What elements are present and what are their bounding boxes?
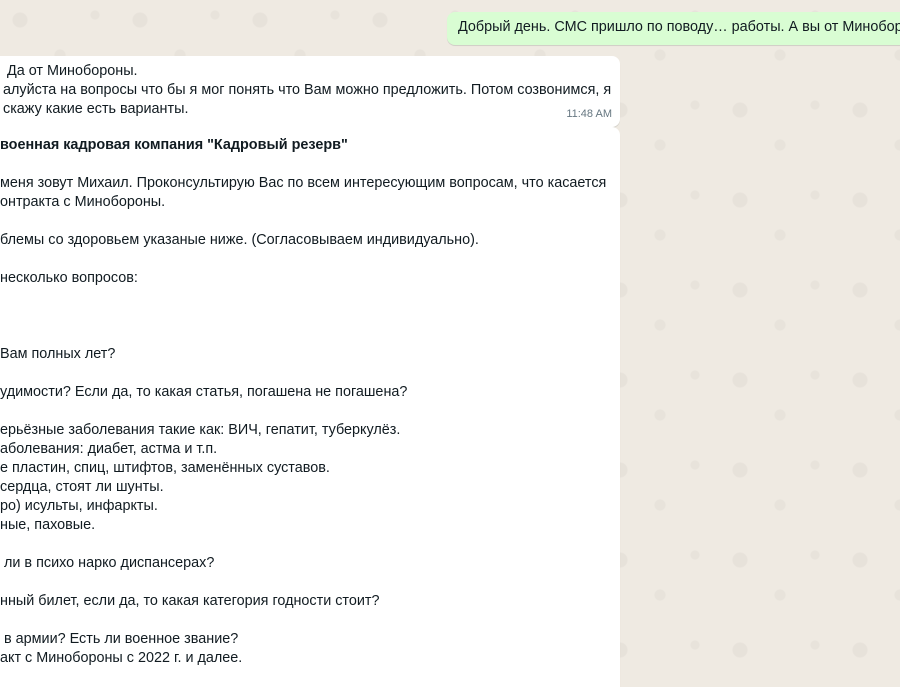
message-line: в армии? Есть ли военное звание? bbox=[0, 631, 239, 647]
message-line: нный билет, если да, то какая категория … bbox=[0, 593, 380, 609]
message-line bbox=[0, 307, 608, 326]
message-line: сердца, стоят ли шунты. bbox=[0, 479, 164, 495]
message-line bbox=[0, 155, 608, 174]
message-line: Вам полных лет? bbox=[0, 346, 116, 362]
message-line bbox=[0, 212, 608, 231]
message-line: алуйста на вопросы что бы я мог понять ч… bbox=[3, 82, 612, 98]
message-line bbox=[0, 573, 608, 592]
message-line: ро) исульты, инфаркты. bbox=[0, 498, 158, 514]
message-line: удимости? Если да, то какая статья, пога… bbox=[0, 384, 408, 400]
message-timestamp: 11:48 AM bbox=[566, 108, 612, 120]
message-line: меня зовут Михаил. Проконсультирую Вас п… bbox=[0, 175, 607, 191]
message-line bbox=[0, 288, 608, 307]
message-line: скажу какие есть варианты. bbox=[3, 101, 189, 117]
message-line: акт с Минобороны с 2022 г. и далее. bbox=[0, 650, 243, 666]
message-line: блемы со здоровьем указаные ниже. (Согла… bbox=[0, 232, 479, 248]
incoming-message-reply[interactable]: Да от Минобороны. алуйста на вопросы что… bbox=[0, 56, 620, 127]
message-line bbox=[0, 326, 608, 345]
outgoing-message[interactable]: Добрый день. СМС пришло по поводу… работ… bbox=[447, 12, 900, 45]
message-line: несколько вопросов: bbox=[0, 270, 138, 286]
message-line bbox=[0, 250, 608, 269]
message-line bbox=[0, 364, 608, 383]
outgoing-message-text: Добрый день. СМС пришло по поводу… работ… bbox=[458, 19, 900, 35]
message-line bbox=[0, 611, 608, 630]
message-line: онтракта с Минобороны. bbox=[0, 194, 166, 210]
message-line: Да от Минобороны. bbox=[3, 63, 138, 79]
message-line: ные, паховые. bbox=[0, 517, 96, 533]
message-line: ерьёзные заболевания такие как: ВИЧ, геп… bbox=[0, 422, 401, 438]
message-line bbox=[0, 402, 608, 421]
message-line bbox=[0, 535, 608, 554]
message-line: аболевания: диабет, астма и т.п. bbox=[0, 441, 218, 457]
message-line: ли в психо нарко диспансерах? bbox=[0, 555, 215, 571]
company-name-line: военная кадровая компания "Кадровый резе… bbox=[0, 137, 348, 153]
message-line: е пластин, спиц, штифтов, заменённых сус… bbox=[0, 460, 330, 476]
incoming-message-questionnaire[interactable]: военная кадровая компания "Кадровый резе… bbox=[0, 127, 620, 687]
